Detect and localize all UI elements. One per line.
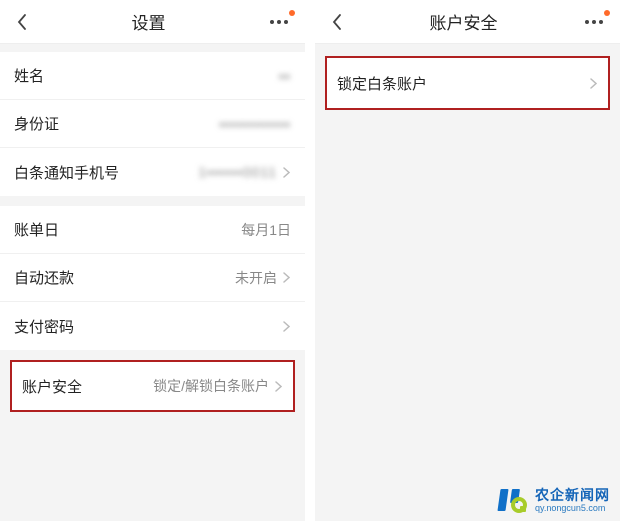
row-label: 自动还款 bbox=[14, 267, 74, 288]
row-label: 姓名 bbox=[14, 65, 44, 86]
identity-group: 姓名 ▪▪ 身份证 ▪▪▪▪▪▪▪▪▪▪▪▪ 白条通知手机号 1▪▪▪▪▪▪00… bbox=[0, 52, 305, 196]
chevron-right-icon bbox=[590, 77, 598, 89]
logo-text-url: qy.nongcun5.com bbox=[535, 504, 610, 513]
logo-icon bbox=[497, 487, 529, 513]
row-lock-account[interactable]: 锁定白条账户 bbox=[327, 58, 608, 108]
account-security-highlight: 账户安全 锁定/解锁白条账户 bbox=[10, 360, 295, 412]
header: 账户安全 bbox=[315, 0, 620, 44]
row-label: 身份证 bbox=[14, 113, 59, 134]
notification-dot bbox=[604, 10, 610, 16]
row-account-security[interactable]: 账户安全 锁定/解锁白条账户 bbox=[12, 362, 293, 410]
watermark-logo: 农企新闻网 qy.nongcun5.com bbox=[497, 487, 610, 513]
row-idcard[interactable]: 身份证 ▪▪▪▪▪▪▪▪▪▪▪▪ bbox=[0, 100, 305, 148]
row-billday[interactable]: 账单日 每月1日 bbox=[0, 206, 305, 254]
row-label: 账户安全 bbox=[22, 376, 82, 397]
lock-account-highlight: 锁定白条账户 bbox=[325, 56, 610, 110]
row-value: ▪▪▪▪▪▪▪▪▪▪▪▪ bbox=[219, 116, 291, 132]
back-button[interactable] bbox=[327, 12, 347, 32]
row-value: 未开启 bbox=[235, 268, 277, 288]
row-autorepay[interactable]: 自动还款 未开启 bbox=[0, 254, 305, 302]
page-title: 设置 bbox=[32, 9, 265, 34]
more-button[interactable] bbox=[265, 12, 293, 32]
chevron-right-icon bbox=[275, 380, 283, 392]
row-name[interactable]: 姓名 ▪▪ bbox=[0, 52, 305, 100]
chevron-right-icon bbox=[283, 272, 291, 284]
page-title: 账户安全 bbox=[347, 9, 580, 34]
notification-dot bbox=[289, 10, 295, 16]
row-value: 1▪▪▪▪▪▪0011 bbox=[198, 164, 277, 180]
billing-group: 账单日 每月1日 自动还款 未开启 支付密码 bbox=[0, 206, 305, 350]
more-icon bbox=[270, 20, 288, 24]
settings-screen: 设置 姓名 ▪▪ 身份证 ▪▪▪▪▪▪▪▪▪▪▪▪ bbox=[0, 0, 305, 521]
account-security-screen: 账户安全 锁定白条账户 农 bbox=[315, 0, 620, 521]
row-label: 锁定白条账户 bbox=[337, 73, 427, 94]
row-value: 锁定/解锁白条账户 bbox=[153, 376, 269, 396]
chevron-right-icon bbox=[283, 166, 291, 178]
more-icon bbox=[585, 20, 603, 24]
more-button[interactable] bbox=[580, 12, 608, 32]
row-value: 每月1日 bbox=[241, 220, 291, 240]
chevron-right-icon bbox=[283, 320, 291, 332]
logo-text-cn: 农企新闻网 bbox=[535, 488, 610, 502]
back-button[interactable] bbox=[12, 12, 32, 32]
row-phone[interactable]: 白条通知手机号 1▪▪▪▪▪▪0011 bbox=[0, 148, 305, 196]
row-value: ▪▪ bbox=[279, 68, 291, 84]
header: 设置 bbox=[0, 0, 305, 44]
row-paypwd[interactable]: 支付密码 bbox=[0, 302, 305, 350]
row-label: 支付密码 bbox=[14, 316, 74, 337]
row-label: 账单日 bbox=[14, 219, 59, 240]
row-label: 白条通知手机号 bbox=[14, 162, 119, 183]
